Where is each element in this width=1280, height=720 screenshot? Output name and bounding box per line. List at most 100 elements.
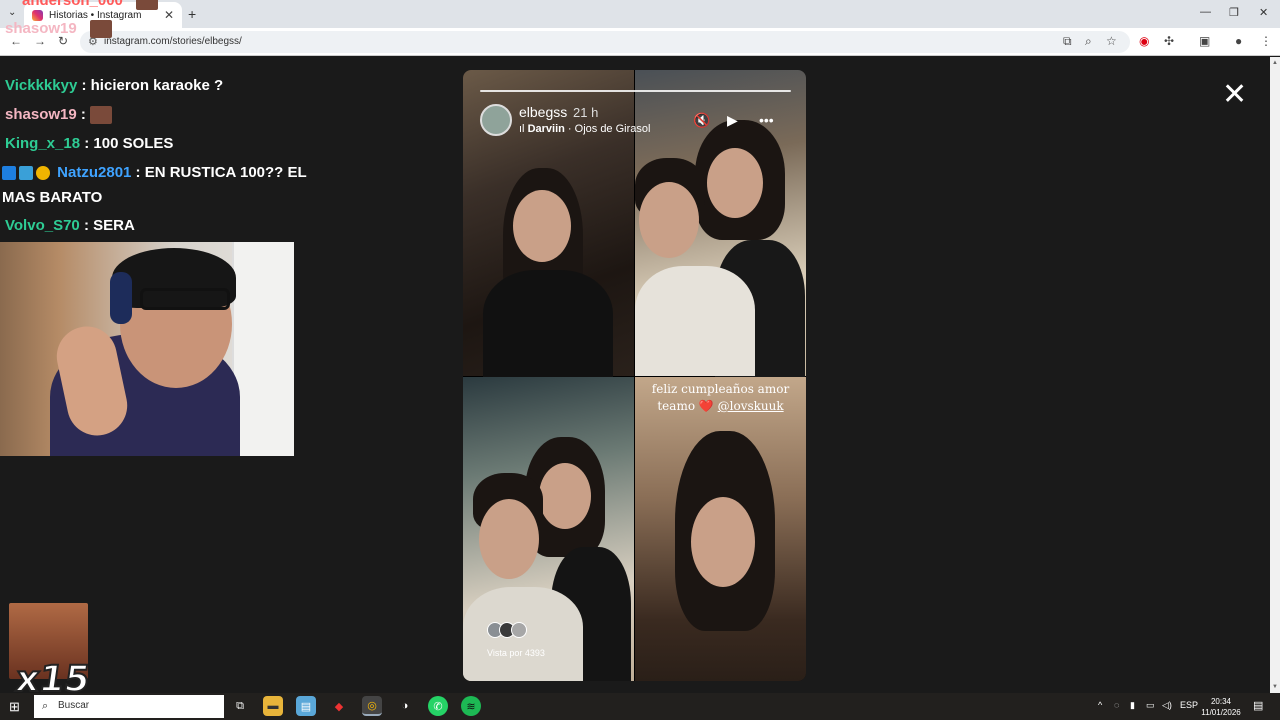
spotify-icon[interactable]: ≋ <box>461 696 481 716</box>
search-icon: ⌕ <box>42 700 49 712</box>
chat-username: Natzu2801 <box>57 164 132 181</box>
taskbar-clock[interactable]: 20:34 11/01/2026 <box>1198 696 1244 718</box>
install-app-icon[interactable]: ⧉ <box>1063 34 1072 49</box>
story-time: 21 h <box>573 105 599 120</box>
page-scrollbar[interactable] <box>1270 57 1280 693</box>
microphone-icon[interactable]: ▮ <box>1130 700 1135 711</box>
play-icon[interactable]: ▶ <box>727 112 738 129</box>
browser-tab-bar: ⌄ Historias • Instagram ✕ + — ❐ ✕ <box>0 0 1280 28</box>
story-view-count[interactable]: Vista por 4393 <box>487 648 545 658</box>
chat-message: : 100 SOLES <box>84 135 174 152</box>
mute-icon[interactable]: 🔇 <box>693 112 710 129</box>
viewer-avatars[interactable] <box>487 622 527 638</box>
close-story-icon[interactable]: ✕ <box>1222 80 1247 110</box>
clock-date: 11/01/2026 <box>1201 708 1241 717</box>
background-shelf <box>232 242 294 456</box>
whatsapp-icon[interactable]: ✆ <box>428 696 448 716</box>
url-text: instagram.com/stories/elbegss/ <box>104 36 242 47</box>
tray-camera-icon[interactable]: ◌ <box>1114 700 1119 710</box>
chrome-icon[interactable]: ◎ <box>362 696 382 716</box>
viewer-avatar <box>511 622 527 638</box>
notepad-icon[interactable]: ▤ <box>296 696 316 716</box>
language-indicator[interactable]: ESP <box>1180 700 1198 710</box>
chat-message: : hicieron karaoke ? <box>81 77 224 94</box>
instagram-favicon-icon <box>32 9 43 21</box>
screen: ⌄ Historias • Instagram ✕ + — ❐ ✕ ← → ↻ … <box>0 0 1280 720</box>
tray-overflow-icon[interactable]: ^ <box>1098 700 1102 710</box>
glasses <box>140 288 230 310</box>
opera-extension-icon[interactable]: ◉ <box>1139 34 1149 48</box>
chat-line-4: shasow19 : <box>5 106 113 125</box>
scroll-down-icon[interactable]: ▼ <box>1272 684 1278 690</box>
headset-icon <box>110 272 132 324</box>
story-user-avatar[interactable] <box>480 104 512 136</box>
chat-emote-icon <box>90 20 113 39</box>
search-placeholder: Buscar <box>58 700 90 711</box>
chat-username: shasow19 <box>5 106 77 123</box>
story-music[interactable]: ıl Darviin · Ojos de Girasol <box>519 123 650 135</box>
chat-message: MAS BARATO <box>2 189 103 206</box>
music-bars-icon: ıl <box>519 123 528 135</box>
windows-start-icon[interactable]: ⊞ <box>9 699 20 715</box>
story-card[interactable]: elbegss 21 h ıl Darviin · Ojos de Giraso… <box>463 70 806 681</box>
chat-message: : SERA <box>83 217 135 234</box>
address-bar[interactable]: instagram.com/stories/elbegss/ <box>80 31 1130 53</box>
app-icon-2[interactable]: ◑ <box>395 696 415 716</box>
chat-message: : <box>80 20 86 37</box>
chat-username: King_x_18 <box>5 135 81 152</box>
prime-badge-icon <box>2 166 16 181</box>
chat-line-6: Natzu2801 : EN RUSTICA 100?? EL <box>2 164 307 181</box>
browser-menu-icon[interactable]: ⋮ <box>1260 34 1272 48</box>
chat-line-3: Vickkkkyy : hicieron karaoke ? <box>5 77 223 94</box>
tab-search-icon[interactable]: ⌄ <box>8 7 16 18</box>
story-caption: feliz cumpleaños amor teamo ❤️ @lovskuuk <box>635 381 806 415</box>
network-icon[interactable]: ▭ <box>1146 700 1155 711</box>
caption-line-1: feliz cumpleaños amor <box>651 382 790 396</box>
streamer-webcam <box>0 242 294 456</box>
profile-avatar-icon[interactable]: ● <box>1235 34 1242 48</box>
story-photo-2 <box>635 70 806 380</box>
tab-close-icon[interactable]: ✕ <box>164 8 174 22</box>
song-artist: Darviin <box>527 123 565 135</box>
zoom-icon[interactable]: ⌕ <box>1085 34 1092 49</box>
bookmark-star-icon[interactable]: ☆ <box>1106 34 1117 48</box>
sub-badge-icon <box>19 166 33 181</box>
file-explorer-icon[interactable]: ▬ <box>263 696 283 716</box>
browser-toolbar: ← → ↻ instagram.com/stories/elbegss/ ⚙ ⧉… <box>0 28 1280 56</box>
chat-username: Vickkkkyy <box>5 77 78 94</box>
extensions-icon[interactable]: ✣ <box>1164 34 1174 48</box>
chat-username: shasow19 <box>5 20 77 37</box>
minimize-button[interactable]: — <box>1200 6 1211 18</box>
new-tab-button[interactable]: + <box>188 6 196 22</box>
story-username[interactable]: elbegss <box>519 104 567 120</box>
caption-mention[interactable]: @lovskuuk <box>718 399 784 413</box>
notifications-icon[interactable]: ▤ <box>1253 699 1263 712</box>
chat-emote-icon <box>136 0 159 11</box>
more-options-icon[interactable]: ••• <box>759 112 774 128</box>
chat-message: : <box>127 0 133 9</box>
windows-taskbar: ⊞ Buscar ⌕ ⧉ ▬ ▤ ◆ ◎ ◑ ✆ ≋ ^ ◌ ▮ ▭ ◁) ES… <box>0 693 1280 720</box>
chat-message: : EN RUSTICA 100?? EL <box>135 164 307 181</box>
chat-username: Volvo_S70 <box>5 217 80 234</box>
chat-line-5: King_x_18 : 100 SOLES <box>5 135 173 152</box>
volume-icon[interactable]: ◁) <box>1162 700 1172 711</box>
clock-time: 20:34 <box>1210 697 1232 706</box>
tab-title: Historias • Instagram <box>49 9 142 21</box>
task-view-icon[interactable]: ⧉ <box>230 696 250 716</box>
chat-line-7: Volvo_S70 : SERA <box>5 217 135 234</box>
caption-prefix: teamo ❤️ <box>657 399 718 413</box>
story-photo-4 <box>635 377 806 681</box>
chat-line-6-cont: MAS BARATO <box>2 189 102 206</box>
taskbar-search[interactable]: Buscar <box>34 695 224 718</box>
app-icon[interactable]: ◆ <box>329 696 349 716</box>
restore-button[interactable]: ❐ <box>1229 6 1239 19</box>
bits-badge-icon <box>36 166 50 181</box>
chat-message: : <box>80 106 86 123</box>
window-close-button[interactable]: ✕ <box>1259 6 1268 19</box>
chat-username: anderson_000 <box>22 0 123 9</box>
scroll-up-icon[interactable]: ▲ <box>1272 60 1278 66</box>
caption-line-2: teamo ❤️ @lovskuuk <box>635 398 806 415</box>
chat-line-1: anderson_000 : <box>22 0 159 11</box>
screenshot-icon[interactable]: ▣ <box>1199 34 1210 48</box>
story-progress-bar <box>480 90 791 92</box>
